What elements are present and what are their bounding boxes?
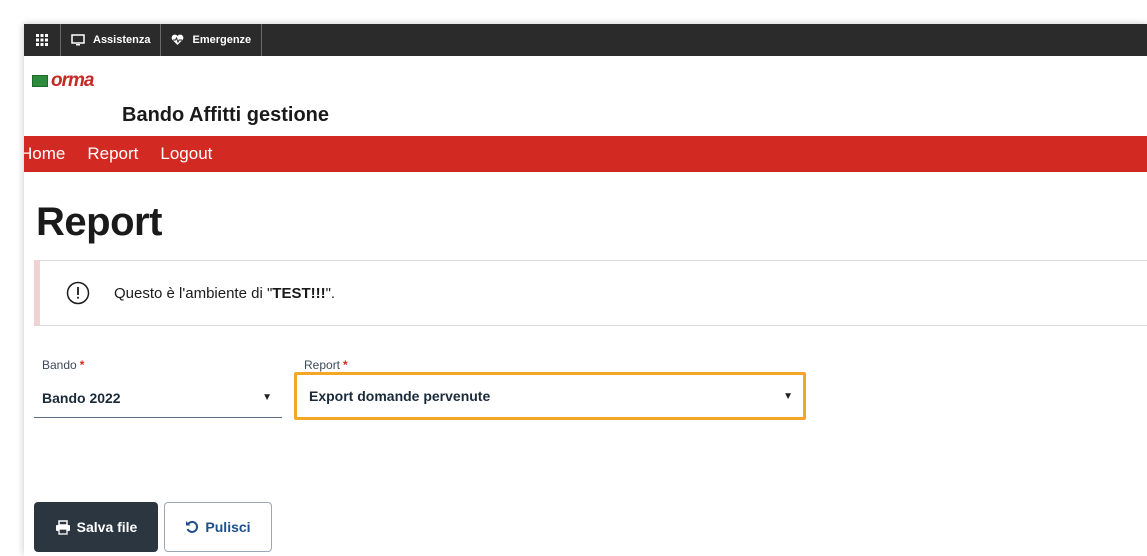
nav-item-home[interactable]: Home bbox=[24, 144, 65, 164]
orma-logo[interactable]: orma bbox=[32, 70, 94, 92]
logo-text: orma bbox=[51, 70, 94, 91]
save-file-label: Salva file bbox=[76, 519, 138, 535]
chevron-down-icon: ▼ bbox=[783, 390, 793, 402]
main-nav: Home Report Logout bbox=[24, 136, 1147, 172]
report-required-mark: * bbox=[343, 358, 348, 372]
bando-label: Bando * bbox=[42, 358, 84, 372]
logo-flag-icon bbox=[32, 75, 48, 87]
bando-required-mark: * bbox=[79, 358, 85, 372]
assistenza-link[interactable]: Assistenza bbox=[61, 24, 162, 56]
assistenza-label: Assistenza bbox=[93, 34, 151, 46]
nav-item-logout[interactable]: Logout bbox=[160, 144, 212, 164]
clear-button[interactable]: Pulisci bbox=[164, 502, 272, 552]
report-label: Report * bbox=[304, 358, 348, 372]
page-title: Report bbox=[36, 200, 162, 244]
undo-icon bbox=[185, 520, 199, 534]
report-select[interactable]: Export domande pervenute ▼ bbox=[294, 372, 806, 420]
chevron-down-icon: ▼ bbox=[262, 392, 272, 403]
clear-label: Pulisci bbox=[205, 519, 251, 535]
app-window: Assistenza Emergenze orma Bando Affitti … bbox=[24, 24, 1147, 556]
bando-select-value: Bando 2022 bbox=[42, 389, 121, 406]
alert-text-bold: TEST!!! bbox=[272, 284, 326, 302]
app-title: Bando Affitti gestione bbox=[122, 104, 330, 126]
heart-pulse-icon bbox=[171, 34, 184, 46]
alert-text-prefix: Questo è l'ambiente di " bbox=[114, 284, 273, 302]
alert-message: Questo è l'ambiente di "TEST!!!". bbox=[114, 285, 335, 302]
bando-select[interactable]: Bando 2022 ▼ bbox=[34, 378, 282, 418]
nav-item-report[interactable]: Report bbox=[87, 144, 138, 164]
exclamation-circle-icon bbox=[66, 281, 90, 305]
emergenze-link[interactable]: Emergenze bbox=[161, 24, 263, 56]
printer-icon bbox=[55, 519, 71, 535]
report-label-text: Report bbox=[304, 358, 341, 372]
alert-text-suffix: ". bbox=[325, 284, 336, 302]
top-utility-bar: Assistenza Emergenze bbox=[24, 24, 1147, 56]
environment-alert: Questo è l'ambiente di "TEST!!!". bbox=[34, 260, 1147, 326]
emergenze-label: Emergenze bbox=[192, 34, 252, 46]
bando-label-text: Bando bbox=[42, 358, 77, 372]
apps-menu-button[interactable] bbox=[24, 24, 61, 56]
grid-icon bbox=[36, 34, 48, 46]
save-file-button[interactable]: Salva file bbox=[34, 502, 158, 552]
monitor-icon bbox=[71, 34, 85, 46]
report-select-value: Export domande pervenute bbox=[309, 388, 491, 404]
